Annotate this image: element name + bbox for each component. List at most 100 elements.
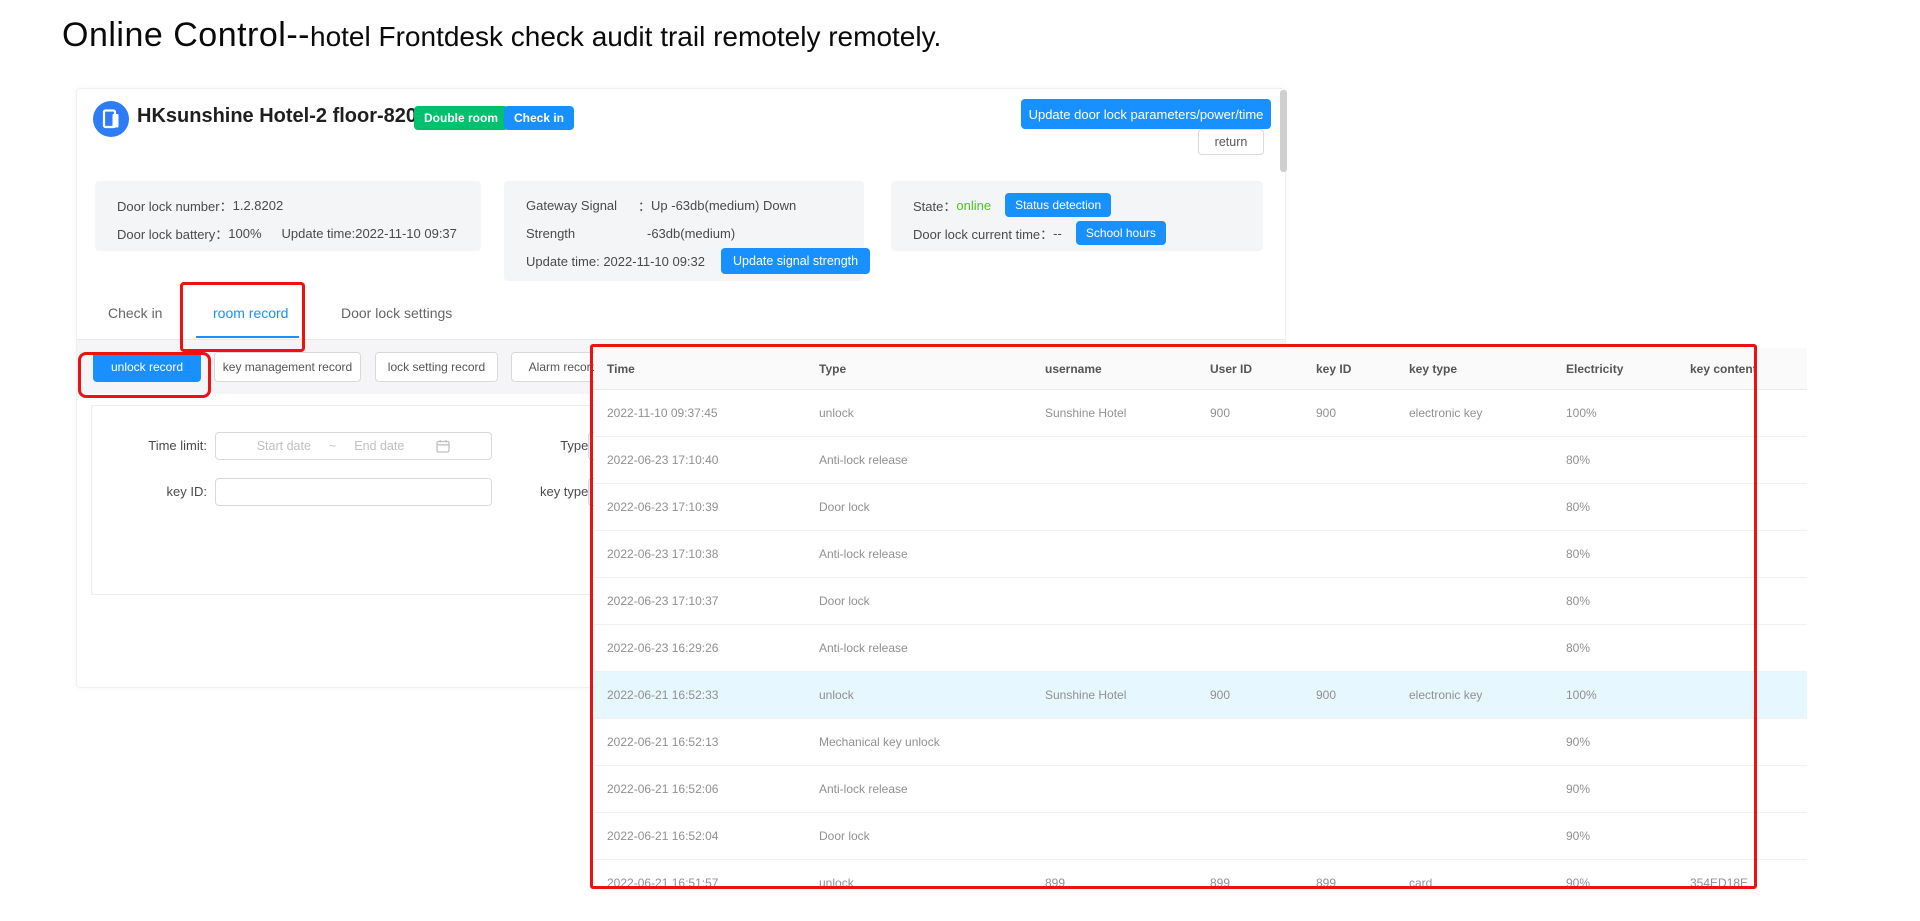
door-lock-battery-value: 100% xyxy=(228,226,261,241)
hotel-room-title: HKsunshine Hotel-2 floor-8202 xyxy=(137,105,428,128)
table-cell: 90% xyxy=(1553,766,1677,812)
table-cell xyxy=(1677,578,1807,624)
column-header: key ID xyxy=(1303,348,1396,389)
table-row[interactable]: 2022-06-23 17:10:39Door lock80% xyxy=(594,484,1807,531)
table-cell xyxy=(1677,437,1807,483)
table-cell: 2022-06-21 16:52:33 xyxy=(594,672,806,718)
table-cell: card xyxy=(1396,860,1553,902)
door-lock-info-panel: Door lock number： 1.2.8202 Door lock bat… xyxy=(95,181,481,251)
table-cell: Anti-lock release xyxy=(806,531,1032,577)
table-cell xyxy=(1303,813,1396,859)
table-cell xyxy=(1396,719,1553,765)
calendar-icon xyxy=(436,439,450,453)
tab-door-lock-settings[interactable]: Door lock settings xyxy=(341,305,452,321)
key-type-label: key type: xyxy=(482,478,592,506)
subtab-unlock-record[interactable]: unlock record xyxy=(93,352,201,382)
update-door-lock-params-button[interactable]: Update door lock parameters/power/time xyxy=(1021,99,1271,129)
unlock-record-table: TimeTypeusernameUser IDkey IDkey typeEle… xyxy=(594,348,1807,902)
table-cell: 899 xyxy=(1197,860,1303,902)
table-row[interactable]: 2022-06-21 16:52:33unlockSunshine Hotel9… xyxy=(594,672,1807,719)
key-id-input[interactable] xyxy=(215,478,492,506)
subtab-lock-setting-record[interactable]: lock setting record xyxy=(375,352,498,382)
table-cell: Door lock xyxy=(806,484,1032,530)
subtab-key-management-record[interactable]: key management record xyxy=(214,352,361,382)
table-cell: 80% xyxy=(1553,437,1677,483)
table-cell xyxy=(1303,719,1396,765)
table-cell: unlock xyxy=(806,860,1032,902)
tab-room-record[interactable]: room record xyxy=(213,305,288,321)
date-range-input[interactable]: Start date ~ End date xyxy=(215,432,492,460)
table-cell: Sunshine Hotel xyxy=(1032,390,1197,436)
table-row[interactable]: 2022-06-23 17:10:37Door lock 80% xyxy=(594,578,1807,625)
status-detection-button[interactable]: Status detection xyxy=(1005,193,1111,217)
signal-update-time-value: 2022-11-10 09:32 xyxy=(603,254,705,269)
table-cell xyxy=(1197,813,1303,859)
table-cell: 100% xyxy=(1553,390,1677,436)
room-type-badge: Double room xyxy=(414,106,508,130)
table-cell xyxy=(1032,437,1197,483)
page-title: Online Control--hotel Frontdesk check au… xyxy=(62,16,941,55)
table-cell: Door lock xyxy=(806,578,1032,624)
table-cell xyxy=(1303,437,1396,483)
tab-check-in[interactable]: Check in xyxy=(108,305,162,321)
table-cell: 900 xyxy=(1197,672,1303,718)
table-cell: 80% xyxy=(1553,578,1677,624)
table-cell xyxy=(1677,531,1807,577)
table-row[interactable]: 2022-06-21 16:52:06Anti-lock release90% xyxy=(594,766,1807,813)
start-date-placeholder: Start date xyxy=(257,439,311,453)
table-row[interactable]: 2022-06-23 17:10:38Anti-lock release 80% xyxy=(594,531,1807,578)
table-cell: electronic key xyxy=(1396,672,1553,718)
table-cell: 80% xyxy=(1553,531,1677,577)
table-cell xyxy=(1396,437,1553,483)
table-cell: unlock xyxy=(806,390,1032,436)
table-cell: unlock xyxy=(806,672,1032,718)
gateway-signal-panel: Gateway Signal ： Up -63db(medium) Down S… xyxy=(504,181,864,281)
table-cell xyxy=(1303,578,1396,624)
gateway-signal-value: Up -63db(medium) Down xyxy=(651,198,796,213)
column-header: Electricity xyxy=(1553,348,1677,389)
table-row[interactable]: 2022-06-23 17:10:40Anti-lock release80% xyxy=(594,437,1807,484)
table-cell: 900 xyxy=(1197,390,1303,436)
table-cell: 90% xyxy=(1553,813,1677,859)
door-lock-battery-label: Door lock battery： xyxy=(117,224,228,243)
table-cell xyxy=(1677,484,1807,530)
table-row[interactable]: 2022-06-21 16:52:04Door lock90% xyxy=(594,813,1807,860)
table-cell: 2022-06-23 17:10:38 xyxy=(594,531,806,577)
table-cell: Door lock xyxy=(806,813,1032,859)
table-cell: Anti-lock release xyxy=(806,625,1032,671)
hotel-building-icon xyxy=(93,101,129,142)
table-row[interactable]: 2022-06-23 16:29:26Anti-lock release80% xyxy=(594,625,1807,672)
table-row[interactable]: 2022-06-21 16:52:13Mechanical key unlock… xyxy=(594,719,1807,766)
active-tab-underline xyxy=(196,336,299,338)
current-time-value: -- xyxy=(1053,226,1062,241)
update-signal-strength-button[interactable]: Update signal strength xyxy=(721,248,870,274)
table-header-row: TimeTypeusernameUser IDkey IDkey typeEle… xyxy=(594,348,1807,390)
table-cell: 2022-06-23 17:10:37 xyxy=(594,578,806,624)
school-hours-button[interactable]: School hours xyxy=(1076,221,1166,245)
table-cell xyxy=(1197,531,1303,577)
table-cell: 100% xyxy=(1553,672,1677,718)
table-cell xyxy=(1677,672,1807,718)
table-row[interactable]: 2022-06-21 16:51:57unlock899899899card90… xyxy=(594,860,1807,902)
column-header: Type xyxy=(806,348,1032,389)
table-cell xyxy=(1396,625,1553,671)
table-row[interactable]: 2022-11-10 09:37:45unlockSunshine Hotel9… xyxy=(594,390,1807,437)
return-button[interactable]: return xyxy=(1198,129,1264,155)
table-cell: 899 xyxy=(1032,860,1197,902)
strength-label: Strength xyxy=(526,226,638,241)
table-cell xyxy=(1197,719,1303,765)
gateway-signal-colon: ： xyxy=(638,196,651,215)
type-label: Type: xyxy=(482,432,592,460)
vertical-scrollbar-thumb[interactable] xyxy=(1280,90,1287,172)
table-cell xyxy=(1197,766,1303,812)
door-lock-number-label: Door lock number： xyxy=(117,196,233,215)
end-date-placeholder: End date xyxy=(354,439,404,453)
table-cell xyxy=(1303,484,1396,530)
table-cell xyxy=(1032,766,1197,812)
table-cell: 354ED18E xyxy=(1677,860,1807,902)
table-cell xyxy=(1303,625,1396,671)
page-title-sub: hotel Frontdesk check audit trail remote… xyxy=(310,21,941,52)
table-cell xyxy=(1032,531,1197,577)
table-cell: 900 xyxy=(1303,390,1396,436)
signal-update-time-label: Update time: xyxy=(526,254,600,269)
